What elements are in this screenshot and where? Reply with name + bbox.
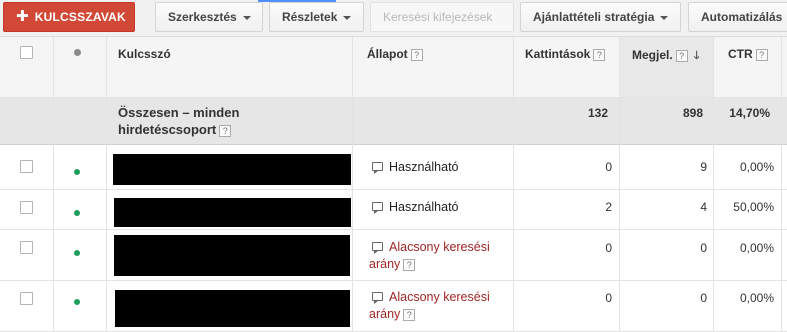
- impressions-header-label: Megjel.: [632, 48, 673, 62]
- help-icon[interactable]: ?: [403, 308, 416, 321]
- status-text-line2: arány: [369, 307, 401, 321]
- chevron-down-icon: [343, 15, 352, 20]
- divider: [0, 144, 787, 145]
- total-impressions: 898: [682, 106, 703, 120]
- column-header-impressions[interactable]: Megjel.? 🡓: [632, 47, 699, 66]
- help-icon[interactable]: ?: [675, 49, 688, 62]
- divider: [781, 37, 782, 332]
- enabled-status-dot[interactable]: [74, 250, 80, 256]
- status-text-line1: Alacsony keresési: [389, 290, 490, 304]
- keyword-status: Használható: [372, 199, 459, 216]
- row-ctr: 0,00%: [739, 160, 774, 174]
- total-label: Összesen – minden hirdetéscsoport?: [118, 104, 318, 138]
- add-keywords-label: KULCSSZAVAK: [34, 10, 126, 24]
- bid-strategy-dropdown-button[interactable]: Ajánlattételi stratégia: [520, 2, 681, 32]
- row-clicks: 0: [605, 160, 612, 174]
- comment-icon[interactable]: [372, 292, 383, 304]
- chevron-down-icon: [660, 15, 669, 20]
- divider: [0, 189, 787, 190]
- status-filter-dot[interactable]: [74, 49, 81, 56]
- search-terms-label: Keresési kifejezések: [383, 10, 493, 24]
- status-text-line1: Alacsony keresési: [389, 240, 490, 254]
- arrow-down-icon: 🡓: [693, 50, 700, 62]
- add-keywords-button[interactable]: ✚ KULCSSZAVAK: [3, 2, 135, 32]
- row-impressions: 0: [700, 241, 707, 255]
- divider: [513, 37, 514, 332]
- divider: [53, 37, 54, 332]
- redacted-keyword: [114, 198, 351, 227]
- row-impressions: 9: [700, 160, 707, 174]
- status-header-label: Állapot: [367, 47, 408, 61]
- enabled-status-dot[interactable]: [74, 210, 80, 216]
- column-header-ctr[interactable]: CTR?: [728, 47, 768, 61]
- keyword-header-label: Kulcsszó: [118, 47, 171, 61]
- enabled-status-dot[interactable]: [74, 299, 80, 305]
- comment-icon[interactable]: [372, 162, 383, 174]
- bid-strategy-label: Ajánlattételi stratégia: [533, 10, 655, 24]
- keyword-status: Alacsony keresési: [372, 239, 490, 256]
- plus-icon: ✚: [16, 8, 29, 25]
- comment-icon[interactable]: [372, 202, 383, 214]
- row-checkbox[interactable]: [20, 241, 33, 254]
- details-label: Részletek: [282, 10, 338, 24]
- divider: [713, 37, 714, 332]
- help-icon[interactable]: ?: [755, 48, 768, 61]
- edit-dropdown-button[interactable]: Szerkesztés: [155, 2, 263, 32]
- status-text: Használható: [389, 200, 459, 214]
- status-text-line2: arány: [369, 257, 401, 271]
- row-ctr: 0,00%: [739, 241, 774, 255]
- row-checkbox[interactable]: [20, 201, 33, 214]
- row-clicks: 2: [605, 200, 612, 214]
- keyword-status: Alacsony keresési: [372, 289, 490, 306]
- row-impressions: 4: [700, 200, 707, 214]
- divider: [0, 97, 787, 98]
- row-clicks: 0: [605, 241, 612, 255]
- details-dropdown-button[interactable]: Részletek: [269, 2, 364, 32]
- automate-dropdown-button[interactable]: Automatizálás: [688, 2, 787, 32]
- keyword-status-line2: arány?: [369, 256, 416, 273]
- clicks-header-label: Kattintások: [525, 47, 591, 61]
- redacted-keyword: [114, 235, 350, 276]
- column-header-keyword[interactable]: Kulcsszó: [118, 47, 171, 61]
- sorted-column-bg: [620, 37, 713, 97]
- search-terms-button[interactable]: Keresési kifejezések: [370, 2, 514, 32]
- enabled-status-dot[interactable]: [74, 169, 80, 175]
- divider: [106, 37, 107, 332]
- help-icon[interactable]: ?: [410, 48, 423, 61]
- status-text: Használható: [389, 160, 459, 174]
- row-checkbox[interactable]: [20, 292, 33, 305]
- keyword-status-line2: arány?: [369, 306, 416, 323]
- divider: [352, 37, 353, 332]
- column-header-clicks[interactable]: Kattintások?: [525, 47, 606, 61]
- chevron-down-icon: [242, 15, 251, 20]
- select-all-checkbox[interactable]: [20, 46, 33, 59]
- column-header-status[interactable]: Állapot?: [367, 47, 423, 61]
- row-checkbox[interactable]: [20, 160, 33, 173]
- help-icon[interactable]: ?: [403, 258, 416, 271]
- help-icon[interactable]: ?: [219, 124, 232, 137]
- automate-label: Automatizálás: [701, 10, 783, 24]
- row-ctr: 50,00%: [733, 200, 774, 214]
- row-impressions: 0: [700, 291, 707, 305]
- edit-label: Szerkesztés: [168, 10, 237, 24]
- total-clicks: 132: [587, 106, 608, 120]
- row-ctr: 0,00%: [739, 291, 774, 305]
- redacted-keyword: [115, 290, 350, 327]
- divider: [619, 37, 620, 332]
- divider: [0, 229, 787, 230]
- keyword-status: Használható: [372, 159, 459, 176]
- redacted-keyword: [113, 154, 351, 185]
- ctr-header-label: CTR: [728, 47, 753, 61]
- row-clicks: 0: [605, 291, 612, 305]
- comment-icon[interactable]: [372, 242, 383, 254]
- divider: [0, 280, 787, 281]
- total-ctr: 14,70%: [729, 106, 770, 120]
- help-icon[interactable]: ?: [593, 48, 606, 61]
